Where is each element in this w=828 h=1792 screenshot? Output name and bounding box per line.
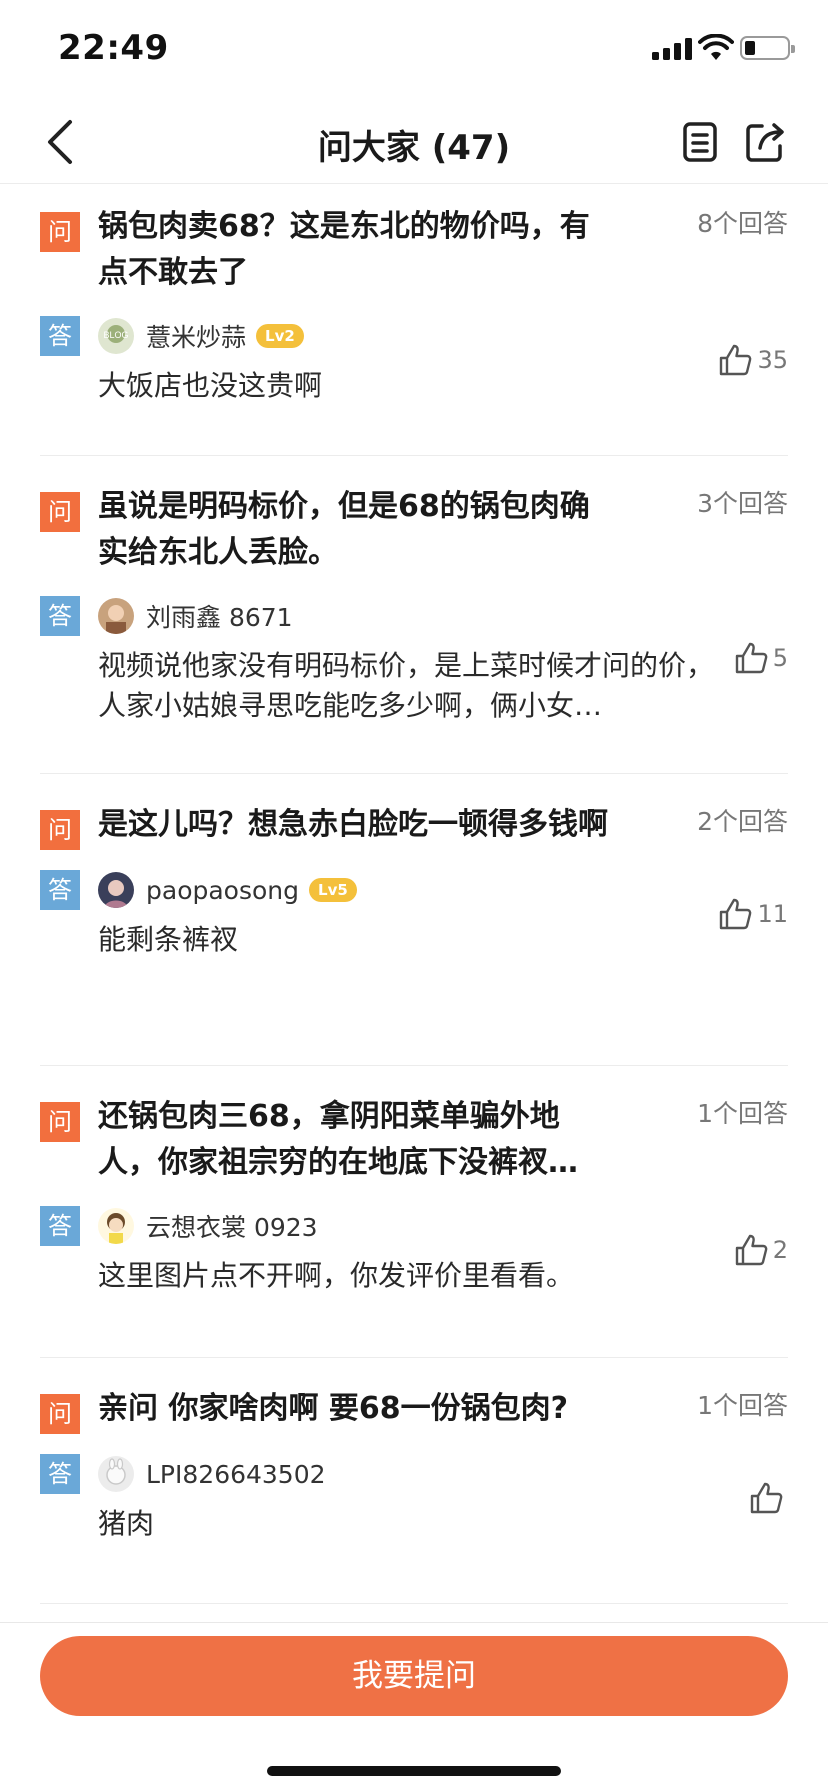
question-badge: 问 [40, 810, 80, 850]
svg-text:BLOG: BLOG [103, 330, 128, 340]
question-text[interactable]: 锅包肉卖68？这是东北的物价吗，有点不敢去了 [98, 204, 618, 296]
question-text[interactable]: 虽说是明码标价，但是68的锅包肉确实给东北人丢脸。 [98, 484, 618, 576]
wifi-icon [698, 34, 734, 60]
like-count: 2 [772, 1236, 788, 1264]
avatar [98, 598, 134, 634]
answer-text: 这里图片点不开啊，你发评价里看看。 [98, 1259, 575, 1292]
thumbs-up-icon [720, 898, 752, 930]
answer-text: 猪肉 [98, 1507, 155, 1540]
nav-bar: 问大家 (47) [0, 100, 828, 184]
answer-text: 视频说他家没有明码标价，是上菜时候才问的价，人家小姑娘寻思吃能吃多少啊，俩小女… [98, 649, 715, 722]
answer-count[interactable]: 2个回答 [697, 802, 788, 838]
share-icon [746, 123, 784, 162]
like-count: 11 [757, 900, 788, 928]
question-text[interactable]: 是这儿吗？想急赤白脸吃一顿得多钱啊 [98, 802, 618, 848]
qa-item[interactable]: 问 亲问 你家啥肉啊 要68一份锅包肉? 1个回答 答 LPI826643502… [40, 1358, 788, 1604]
avatar: BLOG [98, 318, 134, 354]
qa-item[interactable]: 问 虽说是明码标价，但是68的锅包肉确实给东北人丢脸。 3个回答 答 刘雨鑫 8… [40, 456, 788, 774]
avatar [98, 1208, 134, 1244]
like-button[interactable] [748, 1480, 788, 1516]
username: 云想衣裳 0923 [146, 1213, 318, 1242]
answer-badge: 答 [40, 596, 80, 636]
like-count: 35 [757, 346, 788, 374]
list-icon [683, 122, 717, 162]
battery-icon [740, 36, 795, 60]
username: 刘雨鑫 8671 [146, 603, 293, 632]
answer-count[interactable]: 8个回答 [697, 204, 788, 240]
answer-block[interactable]: 答 云想衣裳 0923 这里图片点不开啊，你发评价里看看。 2 [40, 1206, 788, 1296]
level-badge: Lv5 [309, 878, 357, 902]
question-row[interactable]: 问 是这儿吗？想急赤白脸吃一顿得多钱啊 2个回答 [40, 774, 788, 850]
cellular-signal-icon [652, 38, 692, 60]
like-button[interactable]: 2 [733, 1232, 788, 1268]
thumbs-up-icon [735, 642, 768, 674]
ask-question-button[interactable]: 我要提问 [40, 1636, 788, 1716]
question-row[interactable]: 问 还锅包肉三68，拿阴阳菜单骗外地人，你家祖宗穷的在地底下没裤衩… 1个回答 [40, 1066, 788, 1186]
question-badge: 问 [40, 1102, 80, 1142]
list-button[interactable] [676, 116, 726, 168]
qa-list[interactable]: 问 锅包肉卖68？这是东北的物价吗，有点不敢去了 8个回答 答 BLOG 薏米炒… [0, 186, 828, 1622]
question-badge: 问 [40, 212, 80, 252]
question-row[interactable]: 问 虽说是明码标价，但是68的锅包肉确实给东北人丢脸。 3个回答 [40, 456, 788, 576]
answer-count[interactable]: 1个回答 [697, 1386, 788, 1422]
answer-block[interactable]: 答 paopaosong Lv5 能剩条裤衩 11 [40, 870, 788, 960]
thumbs-up-icon [735, 1234, 768, 1266]
answer-block[interactable]: 答 刘雨鑫 8671 视频说他家没有明码标价，是上菜时候才问的价，人家小姑娘寻思… [40, 596, 788, 726]
like-button[interactable]: 35 [717, 342, 788, 378]
avatar [98, 1456, 134, 1492]
username: 薏米炒蒜 [146, 323, 247, 352]
username: paopaosong [146, 875, 300, 905]
qa-item[interactable]: 问 是这儿吗？想急赤白脸吃一顿得多钱啊 2个回答 答 paopaosong Lv… [40, 774, 788, 1066]
answer-count[interactable]: 3个回答 [697, 484, 788, 520]
question-row[interactable]: 问 锅包肉卖68？这是东北的物价吗，有点不敢去了 8个回答 [40, 186, 788, 296]
answer-count[interactable]: 1个回答 [697, 1094, 788, 1130]
avatar [98, 872, 134, 908]
answer-badge: 答 [40, 870, 80, 910]
question-badge: 问 [40, 492, 80, 532]
username: LPI826643502 [146, 1459, 326, 1489]
answer-badge: 答 [40, 1454, 80, 1494]
answer-block[interactable]: 答 LPI826643502 猪肉 [40, 1454, 788, 1544]
answer-badge: 答 [40, 1206, 80, 1246]
like-button[interactable]: 5 [733, 640, 788, 676]
answer-text: 大饭店也没这贵啊 [98, 369, 323, 402]
qa-item[interactable]: 问 锅包肉卖68？这是东北的物价吗，有点不敢去了 8个回答 答 BLOG 薏米炒… [40, 186, 788, 456]
screen: 22:49 问大家 (47) 问 锅包肉卖68？这是东北的物价吗，有点不敢去了 … [0, 0, 828, 1792]
status-time: 22:49 [58, 28, 169, 68]
home-indicator[interactable] [267, 1766, 561, 1776]
thumbs-up-icon [750, 1482, 783, 1514]
level-badge: Lv2 [256, 324, 304, 348]
share-button[interactable] [740, 116, 790, 168]
question-text[interactable]: 亲问 你家啥肉啊 要68一份锅包肉? [98, 1386, 618, 1432]
thumbs-up-icon [720, 344, 752, 376]
qa-item[interactable]: 问 还锅包肉三68，拿阴阳菜单骗外地人，你家祖宗穷的在地底下没裤衩… 1个回答 … [40, 1066, 788, 1358]
answer-text: 能剩条裤衩 [98, 923, 239, 956]
answer-badge: 答 [40, 316, 80, 356]
like-count: 5 [772, 644, 788, 672]
question-text[interactable]: 还锅包肉三68，拿阴阳菜单骗外地人，你家祖宗穷的在地底下没裤衩… [98, 1094, 618, 1186]
bottom-bar: 我要提问 [0, 1622, 828, 1792]
answer-block[interactable]: 答 BLOG 薏米炒蒜 Lv2 大饭店也没这贵啊 35 [40, 316, 788, 406]
status-bar: 22:49 [0, 0, 828, 100]
like-button[interactable]: 11 [717, 896, 788, 932]
question-row[interactable]: 问 亲问 你家啥肉啊 要68一份锅包肉? 1个回答 [40, 1358, 788, 1434]
question-badge: 问 [40, 1394, 80, 1434]
